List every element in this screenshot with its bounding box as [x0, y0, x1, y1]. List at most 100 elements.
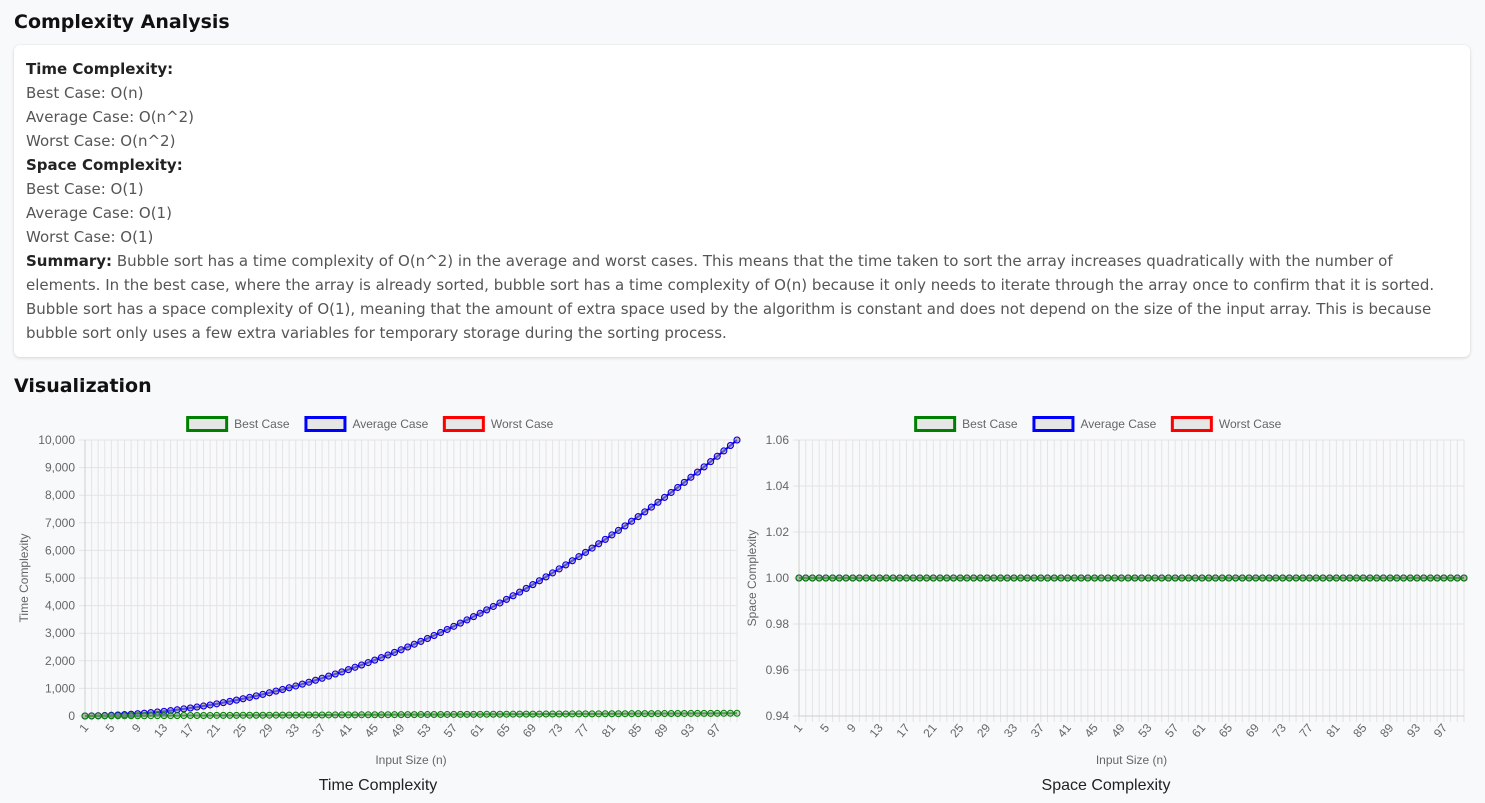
data-point[interactable]	[733, 436, 741, 444]
data-point[interactable]	[318, 711, 326, 719]
data-point[interactable]	[298, 711, 306, 719]
data-point[interactable]	[423, 711, 431, 719]
data-point[interactable]	[1285, 574, 1293, 582]
data-point[interactable]	[667, 710, 675, 718]
data-point[interactable]	[186, 704, 194, 712]
data-point[interactable]	[1218, 574, 1226, 582]
data-point[interactable]	[186, 712, 194, 720]
data-point[interactable]	[1440, 574, 1448, 582]
data-point[interactable]	[312, 711, 320, 719]
data-point[interactable]	[647, 503, 655, 511]
data-point[interactable]	[1191, 574, 1199, 582]
data-point[interactable]	[1138, 574, 1146, 582]
data-point[interactable]	[476, 609, 484, 617]
data-point[interactable]	[700, 709, 708, 717]
data-point[interactable]	[522, 710, 530, 718]
data-point[interactable]	[193, 712, 201, 719]
data-point[interactable]	[1326, 574, 1334, 582]
data-point[interactable]	[1447, 574, 1455, 582]
data-point[interactable]	[1070, 574, 1078, 582]
data-point[interactable]	[397, 646, 405, 654]
data-point[interactable]	[173, 712, 181, 720]
data-point[interactable]	[437, 629, 445, 637]
data-point[interactable]	[483, 606, 491, 614]
data-point[interactable]	[450, 622, 458, 630]
data-point[interactable]	[1198, 574, 1206, 582]
data-point[interactable]	[654, 498, 662, 506]
data-point[interactable]	[654, 710, 662, 718]
data-point[interactable]	[970, 574, 978, 582]
data-point[interactable]	[621, 710, 629, 718]
data-point[interactable]	[693, 468, 701, 476]
data-point[interactable]	[720, 709, 728, 717]
data-point[interactable]	[997, 574, 1005, 582]
data-point[interactable]	[101, 712, 109, 720]
data-point[interactable]	[476, 710, 484, 718]
data-point[interactable]	[1030, 574, 1038, 582]
data-point[interactable]	[529, 710, 537, 718]
data-point[interactable]	[1104, 574, 1112, 582]
data-point[interactable]	[680, 478, 688, 486]
data-point[interactable]	[371, 711, 379, 719]
data-point[interactable]	[1178, 574, 1186, 582]
data-point[interactable]	[272, 711, 280, 719]
data-point[interactable]	[1379, 574, 1387, 582]
data-point[interactable]	[707, 709, 715, 717]
data-point[interactable]	[219, 711, 227, 719]
data-point[interactable]	[496, 710, 504, 718]
data-point[interactable]	[239, 695, 247, 703]
data-point[interactable]	[502, 710, 510, 718]
data-point[interactable]	[417, 637, 425, 645]
data-point[interactable]	[963, 574, 971, 582]
data-point[interactable]	[614, 710, 622, 718]
data-point[interactable]	[822, 574, 830, 582]
data-point[interactable]	[305, 678, 313, 686]
data-point[interactable]	[1265, 574, 1273, 582]
data-point[interactable]	[338, 711, 346, 719]
data-point[interactable]	[815, 574, 823, 582]
data-point[interactable]	[1144, 574, 1152, 582]
data-point[interactable]	[1164, 574, 1172, 582]
data-point[interactable]	[147, 712, 155, 720]
data-point[interactable]	[535, 577, 543, 585]
legend-item-average-case[interactable]: Average Case	[1032, 416, 1157, 432]
data-point[interactable]	[582, 710, 590, 718]
data-point[interactable]	[114, 712, 122, 720]
data-point[interactable]	[1023, 574, 1031, 582]
data-point[interactable]	[331, 670, 339, 678]
data-point[interactable]	[1312, 574, 1320, 582]
data-point[interactable]	[344, 666, 352, 674]
data-point[interactable]	[226, 711, 234, 719]
data-point[interactable]	[410, 640, 418, 648]
data-point[interactable]	[239, 711, 247, 719]
data-point[interactable]	[1238, 574, 1246, 582]
data-point[interactable]	[923, 574, 931, 582]
data-point[interactable]	[882, 574, 890, 582]
data-point[interactable]	[463, 616, 471, 624]
data-point[interactable]	[1077, 574, 1085, 582]
data-point[interactable]	[568, 710, 576, 718]
data-point[interactable]	[331, 711, 339, 719]
data-point[interactable]	[213, 711, 221, 719]
data-point[interactable]	[88, 712, 96, 720]
data-point[interactable]	[726, 709, 734, 717]
data-point[interactable]	[929, 574, 937, 582]
data-point[interactable]	[1097, 574, 1105, 582]
data-point[interactable]	[305, 711, 313, 719]
data-point[interactable]	[976, 574, 984, 582]
data-point[interactable]	[1171, 574, 1179, 582]
data-point[interactable]	[167, 712, 175, 720]
data-point[interactable]	[404, 711, 412, 719]
data-point[interactable]	[621, 522, 629, 530]
data-point[interactable]	[562, 710, 570, 718]
data-point[interactable]	[456, 619, 464, 627]
data-point[interactable]	[232, 696, 240, 704]
data-point[interactable]	[140, 712, 148, 720]
data-point[interactable]	[384, 651, 392, 659]
data-point[interactable]	[1426, 574, 1434, 582]
data-point[interactable]	[1037, 574, 1045, 582]
data-point[interactable]	[842, 574, 850, 582]
data-point[interactable]	[496, 599, 504, 607]
data-point[interactable]	[200, 702, 208, 710]
data-point[interactable]	[470, 613, 478, 621]
